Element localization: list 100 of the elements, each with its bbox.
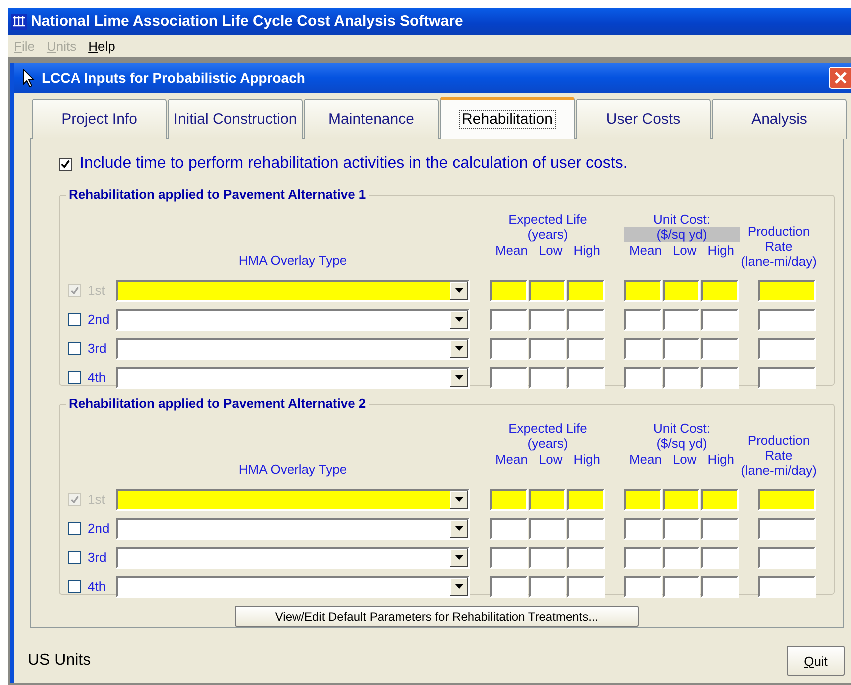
input-field[interactable] (567, 308, 606, 330)
menu-item[interactable]: Help (88, 38, 116, 54)
checkbox[interactable] (68, 551, 81, 564)
input-field[interactable] (528, 338, 566, 360)
subcolumn-heading: High (574, 451, 601, 468)
input-field[interactable] (758, 546, 816, 568)
input-field[interactable] (528, 576, 566, 598)
input-field[interactable] (662, 338, 700, 360)
group-title: Rehabilitation applied to Pavement Alternative 1 (66, 187, 370, 202)
column-heading: HMA Overlay Type (238, 253, 348, 270)
units-label: (years) (528, 436, 568, 451)
dialog-title: LCCA Inputs for Probabilistic Approach (42, 70, 306, 86)
input-field[interactable] (758, 518, 816, 540)
subcolumn-heading: Mean (629, 242, 662, 259)
dropdown[interactable] (116, 518, 470, 540)
subcolumn-heading: Low (672, 242, 697, 259)
input-field[interactable] (701, 366, 740, 388)
input-field[interactable] (567, 280, 606, 302)
input-field[interactable] (624, 308, 662, 330)
dropdown[interactable] (116, 546, 470, 568)
tab[interactable]: Project Info (32, 99, 167, 139)
input-field[interactable] (528, 518, 566, 540)
input-field[interactable] (758, 338, 816, 360)
checkbox[interactable] (59, 158, 72, 170)
input-field[interactable] (662, 308, 700, 330)
input-field[interactable] (701, 308, 740, 330)
quit-button[interactable]: Quit (787, 646, 845, 676)
subcolumn-heading: High (574, 242, 601, 259)
checkbox[interactable] (68, 371, 81, 384)
input-field[interactable] (567, 338, 606, 360)
input-field[interactable] (490, 280, 528, 302)
dropdown[interactable] (116, 338, 470, 360)
input-field[interactable] (624, 338, 662, 360)
input-field[interactable] (490, 546, 528, 568)
input-field[interactable] (624, 576, 662, 598)
column-heading: Unit Cost: (653, 421, 711, 436)
subcolumn-heading: Mean (495, 451, 528, 468)
input-field[interactable] (490, 308, 528, 330)
column-heading: (lane-mi/day) (741, 254, 817, 269)
input-field[interactable] (701, 280, 740, 302)
input-field[interactable] (662, 366, 700, 388)
close-button[interactable] (829, 67, 851, 89)
input-field[interactable] (567, 546, 606, 568)
window-title: National Lime Association Life Cycle Cost Analysis Software (31, 13, 464, 30)
dropdown[interactable] (116, 576, 470, 598)
input-field[interactable] (701, 338, 740, 360)
input-field[interactable] (758, 366, 816, 388)
input-field[interactable] (758, 280, 816, 302)
input-field[interactable] (624, 488, 662, 510)
checkbox-label: Include time to perform rehabilitation activities in the calculation of user costs. (80, 155, 628, 173)
input-field[interactable] (701, 546, 740, 568)
input-field[interactable] (701, 576, 740, 598)
input-field[interactable] (701, 488, 740, 510)
subcolumn-heading: High (708, 242, 735, 259)
input-field[interactable] (624, 546, 662, 568)
input-field[interactable] (490, 518, 528, 540)
input-field[interactable] (528, 546, 566, 568)
checkbox[interactable] (68, 580, 81, 593)
dropdown[interactable] (116, 308, 470, 330)
input-field[interactable] (567, 366, 606, 388)
input-field[interactable] (528, 366, 566, 388)
group-title: Rehabilitation applied to Pavement Alternative 2 (66, 396, 370, 411)
input-field[interactable] (758, 308, 816, 330)
column-heading: Rate (765, 239, 793, 254)
input-field[interactable] (662, 576, 700, 598)
input-field[interactable] (490, 576, 528, 598)
checkbox[interactable] (68, 522, 81, 535)
defaults-button[interactable]: View/Edit Default Parameters for Rehabilitation Treatments... (235, 606, 639, 627)
input-field[interactable] (528, 488, 566, 510)
input-field[interactable] (490, 488, 528, 510)
checkbox[interactable] (68, 342, 81, 355)
input-field[interactable] (758, 576, 816, 598)
subcolumn-heading: Low (538, 242, 563, 259)
input-field[interactable] (528, 308, 566, 330)
input-field[interactable] (624, 366, 662, 388)
checkbox[interactable] (68, 313, 81, 326)
input-field[interactable] (662, 518, 700, 540)
input-field[interactable] (662, 280, 700, 302)
input-field[interactable] (567, 576, 606, 598)
tab[interactable]: Maintenance (304, 99, 439, 139)
tab[interactable]: Rehabilitation (440, 97, 575, 139)
units-label: ($/sq yd) (624, 227, 740, 242)
checkbox-label: 3rd (88, 550, 108, 565)
input-field[interactable] (662, 488, 700, 510)
dropdown[interactable] (116, 366, 470, 388)
subcolumn-heading: Mean (495, 242, 528, 259)
tab[interactable]: Initial Construction (168, 99, 303, 139)
input-field[interactable] (490, 338, 528, 360)
input-field[interactable] (758, 488, 816, 510)
close-icon[interactable] (834, 71, 848, 85)
input-field[interactable] (490, 366, 528, 388)
tab[interactable]: User Costs (576, 99, 711, 139)
input-field[interactable] (567, 518, 606, 540)
input-field[interactable] (662, 546, 700, 568)
input-field[interactable] (528, 280, 566, 302)
input-field[interactable] (624, 280, 662, 302)
input-field[interactable] (567, 488, 606, 510)
tab[interactable]: Analysis (712, 99, 847, 139)
input-field[interactable] (624, 518, 662, 540)
input-field[interactable] (701, 518, 740, 540)
